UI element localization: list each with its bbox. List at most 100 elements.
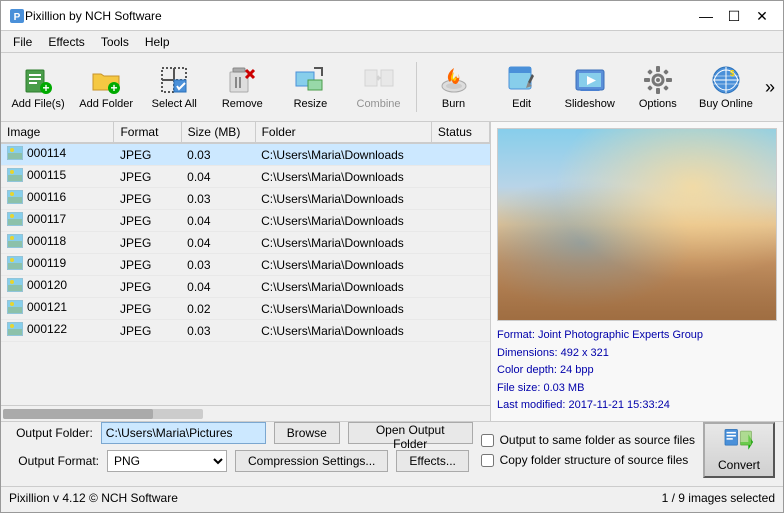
cell-size: 0.04 (181, 232, 255, 254)
table-row[interactable]: 000115 JPEG 0.04 C:\Users\Maria\Download… (1, 166, 490, 188)
select-all-button[interactable]: Select All (141, 57, 207, 117)
convert-button[interactable]: Convert (703, 422, 775, 478)
edit-button[interactable]: Edit (489, 57, 555, 117)
compression-settings-button[interactable]: Compression Settings... (235, 450, 388, 472)
table-row[interactable]: 000120 JPEG 0.04 C:\Users\Maria\Download… (1, 276, 490, 298)
cell-status (431, 210, 489, 232)
table-row[interactable]: 000117 JPEG 0.04 C:\Users\Maria\Download… (1, 210, 490, 232)
cell-format: JPEG (114, 254, 181, 276)
open-output-folder-button[interactable]: Open Output Folder (348, 422, 473, 444)
toolbar: + Add File(s) + Add Folder (1, 53, 783, 122)
copy-structure-checkbox-row: Copy folder structure of source files (481, 453, 695, 467)
cell-size: 0.03 (181, 143, 255, 166)
menu-tools[interactable]: Tools (93, 32, 137, 52)
table-row[interactable]: 000116 JPEG 0.03 C:\Users\Maria\Download… (1, 188, 490, 210)
image-thumb-icon (7, 234, 23, 248)
table-row[interactable]: 000114 JPEG 0.03 C:\Users\Maria\Download… (1, 143, 490, 166)
cell-folder: C:\Users\Maria\Downloads (255, 210, 431, 232)
cell-status (431, 276, 489, 298)
table-row[interactable]: 000118 JPEG 0.04 C:\Users\Maria\Download… (1, 232, 490, 254)
cell-image: 000115 (1, 166, 114, 188)
slideshow-button[interactable]: Slideshow (557, 57, 623, 117)
menu-help[interactable]: Help (137, 32, 178, 52)
add-files-label: Add File(s) (11, 98, 64, 110)
cell-format: JPEG (114, 298, 181, 320)
combine-label: Combine (357, 98, 401, 110)
menu-effects[interactable]: Effects (40, 32, 92, 52)
horizontal-scrollbar[interactable] (1, 405, 490, 421)
cell-folder: C:\Users\Maria\Downloads (255, 188, 431, 210)
cell-image: 000118 (1, 232, 114, 254)
cell-size: 0.03 (181, 188, 255, 210)
edit-icon (506, 64, 538, 96)
cell-folder: C:\Users\Maria\Downloads (255, 320, 431, 342)
browse-button[interactable]: Browse (274, 422, 340, 444)
close-button[interactable]: ✕ (749, 6, 775, 26)
output-folder-input[interactable] (101, 422, 266, 444)
svg-text:P: P (14, 12, 21, 23)
cell-image: 000119 (1, 254, 114, 276)
effects-button[interactable]: Effects... (396, 450, 468, 472)
add-files-button[interactable]: + Add File(s) (5, 57, 71, 117)
preview-file-size: File size: 0.03 MB (497, 380, 777, 398)
cell-format: JPEG (114, 143, 181, 166)
cell-image: 000114 (1, 143, 114, 166)
burn-button[interactable]: Burn (421, 57, 487, 117)
cell-status (431, 166, 489, 188)
cell-folder: C:\Users\Maria\Downloads (255, 143, 431, 166)
cell-folder: C:\Users\Maria\Downloads (255, 276, 431, 298)
menu-bar: File Effects Tools Help (1, 31, 783, 53)
slideshow-label: Slideshow (565, 98, 615, 110)
title-controls: — ☐ ✕ (693, 6, 775, 26)
table-row[interactable]: 000122 JPEG 0.03 C:\Users\Maria\Download… (1, 320, 490, 342)
copy-structure-checkbox[interactable] (481, 454, 494, 467)
copy-structure-label: Copy folder structure of source files (500, 453, 689, 467)
col-image[interactable]: Image (1, 122, 114, 143)
convert-icon (723, 428, 755, 456)
toolbar-overflow[interactable]: » (761, 73, 779, 102)
col-size[interactable]: Size (MB) (181, 122, 255, 143)
remove-label: Remove (222, 98, 263, 110)
cell-folder: C:\Users\Maria\Downloads (255, 254, 431, 276)
preview-format: Format: Joint Photographic Experts Group (497, 327, 777, 345)
table-row[interactable]: 000121 JPEG 0.02 C:\Users\Maria\Download… (1, 298, 490, 320)
maximize-button[interactable]: ☐ (721, 6, 747, 26)
combine-button[interactable]: Combine (345, 57, 411, 117)
cell-image: 000120 (1, 276, 114, 298)
image-thumb-icon (7, 146, 23, 160)
file-list-scroll[interactable]: Image Format Size (MB) Folder Status (1, 122, 490, 405)
options-button[interactable]: Options (625, 57, 691, 117)
same-folder-label: Output to same folder as source files (500, 433, 695, 447)
cell-format: JPEG (114, 166, 181, 188)
svg-text:+: + (43, 81, 50, 95)
same-folder-checkbox-row: Output to same folder as source files (481, 433, 695, 447)
bottom-actions: Output Folder: Browse Open Output Folder… (1, 422, 783, 486)
cell-size: 0.04 (181, 210, 255, 232)
col-folder[interactable]: Folder (255, 122, 431, 143)
bottom-left: Output Folder: Browse Open Output Folder… (9, 422, 473, 478)
cell-size: 0.02 (181, 298, 255, 320)
toolbar-separator (416, 62, 417, 112)
image-thumb-icon (7, 190, 23, 204)
menu-file[interactable]: File (5, 32, 40, 52)
same-folder-checkbox[interactable] (481, 434, 494, 447)
remove-button[interactable]: Remove (209, 57, 275, 117)
buy-online-button[interactable]: $ Buy Online (693, 57, 759, 117)
table-row[interactable]: 000119 JPEG 0.03 C:\Users\Maria\Download… (1, 254, 490, 276)
add-folder-button[interactable]: + Add Folder (73, 57, 139, 117)
cell-folder: C:\Users\Maria\Downloads (255, 166, 431, 188)
svg-text:+: + (111, 81, 118, 95)
minimize-button[interactable]: — (693, 6, 719, 26)
image-thumb-icon (7, 256, 23, 270)
col-status[interactable]: Status (431, 122, 489, 143)
image-thumb-icon (7, 300, 23, 314)
preview-last-modified: Last modified: 2017-11-21 15:33:24 (497, 397, 777, 415)
cell-status (431, 254, 489, 276)
output-format-select[interactable]: PNG JPEG BMP TIFF GIF PDF WEBP (107, 450, 227, 472)
resize-button[interactable]: Resize (277, 57, 343, 117)
options-label: Options (639, 98, 677, 110)
col-format[interactable]: Format (114, 122, 181, 143)
burn-label: Burn (442, 98, 465, 110)
cell-image: 000122 (1, 320, 114, 342)
output-format-row: Output Format: PNG JPEG BMP TIFF GIF PDF… (9, 450, 473, 472)
